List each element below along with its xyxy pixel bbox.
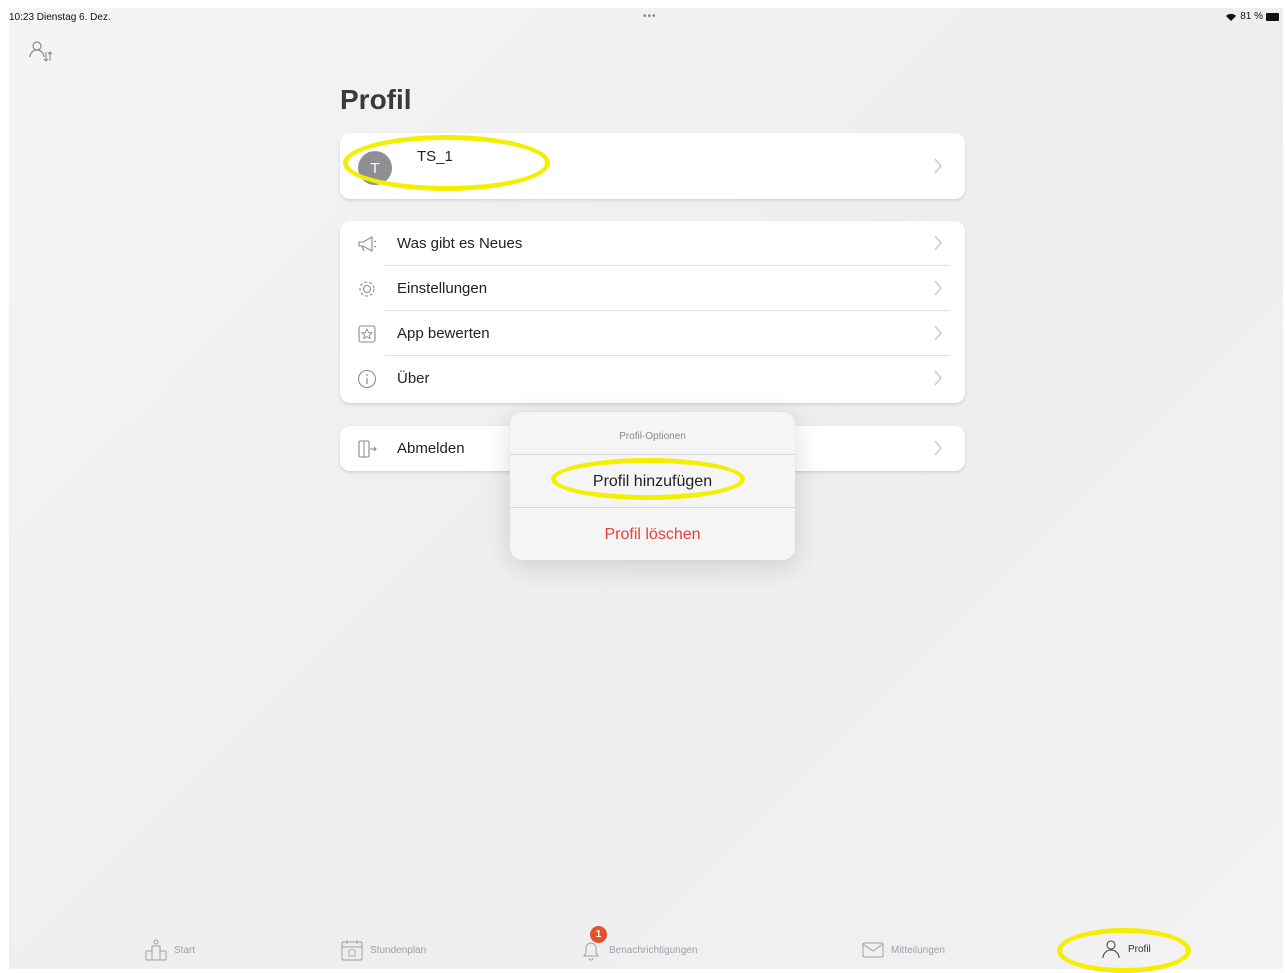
sheet-title: Profil-Optionen (619, 431, 686, 442)
status-bar: 10:23 Dienstag 6. Dez. ••• 81 % (9, 8, 1283, 26)
tab-label: Stundenplan (370, 944, 427, 956)
tab-label: Start (174, 944, 196, 956)
tab-label: Profil (1128, 943, 1151, 955)
battery-icon (1266, 12, 1279, 21)
person-icon (1102, 940, 1120, 959)
logout-icon (358, 440, 377, 458)
menu-card: Was gibt es Neues Einstellungen App bewe… (340, 221, 965, 403)
tab-bar: Start Stundenplan Benachrichtigungen Mit… (9, 929, 1283, 969)
gear-icon (359, 281, 375, 297)
avatar: T (358, 151, 392, 185)
chevron-right-icon (934, 280, 942, 296)
battery-percent: 81 % (1240, 11, 1263, 22)
add-profile-button[interactable]: Profil hinzufügen (510, 454, 795, 508)
school-icon (145, 939, 167, 961)
menu-item-settings[interactable]: Einstellungen (340, 266, 965, 311)
tab-label: Benachrichtigungen (609, 944, 698, 956)
megaphone-icon (358, 236, 377, 252)
menu-item-rate-app[interactable]: App bewerten (340, 311, 965, 356)
page-title: Profil (340, 84, 412, 115)
app-screen: 10:23 Dienstag 6. Dez. ••• 81 % Profil T… (9, 8, 1283, 973)
menu-item-label: Was gibt es Neues (397, 235, 523, 252)
profile-card[interactable]: T TS_1 (340, 133, 965, 199)
calendar-icon (341, 940, 363, 961)
tab-stundenplan[interactable]: Stundenplan (340, 938, 426, 962)
delete-profile-button[interactable]: Profil löschen (510, 507, 795, 561)
menu-item-whats-new[interactable]: Was gibt es Neues (340, 221, 965, 266)
logout-label: Abmelden (397, 440, 465, 457)
chevron-right-icon (934, 325, 942, 341)
wifi-icon (1226, 13, 1237, 21)
menu-item-label: App bewerten (397, 325, 490, 342)
status-time-date: 10:23 Dienstag 6. Dez. (9, 12, 111, 23)
notification-badge: 1 (590, 926, 607, 943)
chevron-right-icon (934, 370, 942, 386)
chevron-right-icon (934, 235, 942, 251)
mail-icon (862, 942, 884, 958)
tab-label: Mitteilungen (891, 944, 945, 956)
chevron-right-icon (934, 158, 942, 174)
multitask-dots[interactable]: ••• (643, 11, 657, 22)
star-icon (358, 325, 376, 343)
status-right: 81 % (1225, 11, 1279, 22)
menu-item-label: Einstellungen (397, 280, 488, 297)
chevron-right-icon (934, 440, 942, 456)
profile-name: TS_1 (417, 148, 453, 165)
tab-profil[interactable]: Profil (1100, 938, 1151, 960)
profile-options-sheet: Profil-Optionen Profil hinzufügen Profil… (510, 412, 795, 560)
menu-item-about[interactable]: Über (340, 356, 965, 401)
tab-mitteilungen[interactable]: Mitteilungen (861, 938, 945, 962)
switch-profile-icon[interactable] (27, 40, 53, 66)
tab-start[interactable]: Start (144, 938, 195, 962)
info-icon (357, 369, 377, 389)
menu-item-label: Über (397, 370, 430, 387)
